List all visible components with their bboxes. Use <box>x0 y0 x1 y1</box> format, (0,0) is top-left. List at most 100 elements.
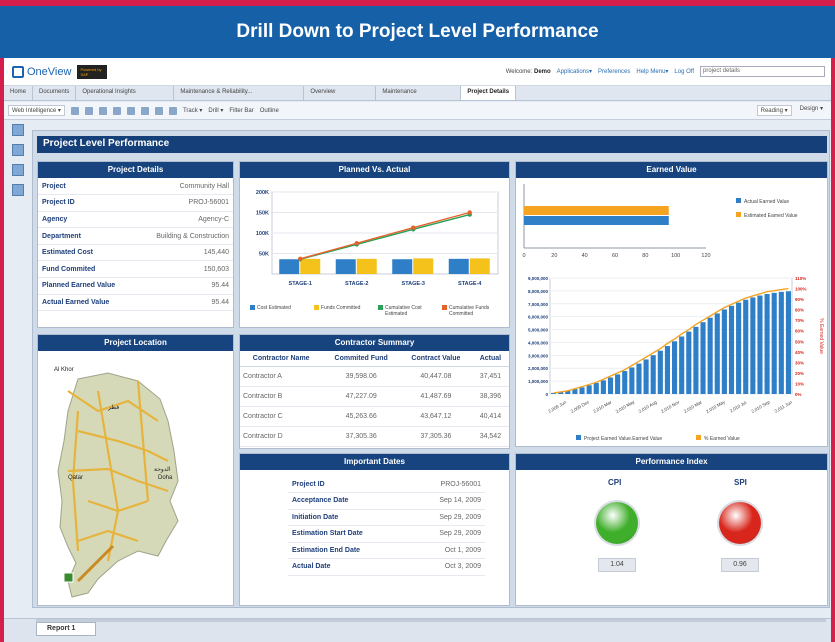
x-tick-label: 100 <box>671 253 680 259</box>
table-row: Project Community Hall <box>38 178 233 196</box>
table-cell: Actual Earned Value <box>38 294 136 312</box>
bar <box>600 380 606 394</box>
table-cell: Sep 29, 2009 <box>408 509 485 526</box>
tab-maintenance-reliability[interactable]: Maintenance & Reliability... <box>174 86 305 100</box>
table-cell: 38,396 <box>471 386 509 407</box>
new-document-icon[interactable] <box>70 106 79 115</box>
table-row: Actual Date Oct 3, 2009 <box>288 558 485 576</box>
y-tick-label: 4,000,000 <box>528 340 549 345</box>
y-tick-label: 150K <box>256 211 269 217</box>
bar <box>650 355 656 394</box>
table-row: Project ID PROJ-56001 <box>288 476 485 493</box>
x-tick-label: 2,009 Dec <box>570 399 591 414</box>
legend-swatch <box>736 198 741 203</box>
panel-header: Contractor Summary <box>240 335 509 351</box>
bar <box>629 367 635 394</box>
bar <box>785 291 791 394</box>
tab-documents[interactable]: Documents <box>33 86 77 100</box>
preferences-link[interactable]: Preferences <box>598 69 630 75</box>
horizontal-scrollbar[interactable] <box>36 619 826 622</box>
bar <box>657 350 663 394</box>
tab-maintenance[interactable]: Maintenance <box>376 86 462 100</box>
table-header-row: Contractor Name Commited Fund Contract Val… <box>240 351 509 367</box>
input-controls-icon[interactable] <box>12 164 24 176</box>
y-tick-label: 7,000,000 <box>528 302 549 307</box>
legend-swatch <box>314 305 319 310</box>
y2-tick-label: 60% <box>795 329 804 334</box>
table-cell: Project ID <box>288 476 409 493</box>
bar <box>356 258 377 274</box>
table-cell: 41,487.69 <box>399 386 472 407</box>
tab-overview[interactable]: Overview <box>304 86 377 100</box>
table-row: Estimation Start Date Sep 29, 2009 <box>288 525 485 543</box>
web-intelligence-menu[interactable]: Web Intelligence ▾ <box>8 105 65 116</box>
report-tab-bar: Report 1 <box>4 618 831 642</box>
design-mode-button[interactable]: Design ▾ <box>800 105 823 116</box>
redo-icon[interactable] <box>154 106 163 115</box>
map-label-qatar: Qatar <box>68 475 83 481</box>
track-button[interactable]: Track ▾ <box>183 107 202 114</box>
help-menu[interactable]: Help Menu▾ <box>636 68 668 75</box>
important-dates-table: Project ID PROJ-56001 Acceptance Date Sep 1… <box>288 476 485 576</box>
tab-operational-insights[interactable]: Operational Insights <box>76 86 175 100</box>
welcome-label: Welcome: Demo <box>505 68 551 75</box>
y-tick-label: 6,000,000 <box>528 315 549 320</box>
app-logo[interactable]: OneView Powered by SAP <box>12 64 108 79</box>
document-summary-icon[interactable] <box>12 144 24 156</box>
tab-project-details[interactable]: Project Details <box>461 86 517 100</box>
report-tab[interactable]: Report 1 <box>36 622 96 636</box>
table-cell: Department <box>38 227 136 245</box>
table-row: Contractor B 47,227.09 41,487.69 38,396 <box>240 386 509 407</box>
table-cell: 45,263.66 <box>322 406 400 427</box>
table-row: Fund Commited 150,603 <box>38 260 233 279</box>
print-icon[interactable] <box>112 106 121 115</box>
undo-icon[interactable] <box>140 106 149 115</box>
find-icon[interactable] <box>126 106 135 115</box>
y2-tick-label: 90% <box>795 297 804 302</box>
search-input[interactable]: project details <box>700 66 825 77</box>
bar <box>300 258 321 274</box>
table-cell: Sep 14, 2009 <box>408 492 485 510</box>
table-cell: Community Hall <box>135 178 233 196</box>
drill-button[interactable]: Drill ▾ <box>208 107 223 114</box>
filter-bar-button[interactable]: Filter Bar <box>229 108 253 114</box>
map-label-doha-arabic: الدوحة <box>154 466 171 473</box>
save-icon[interactable] <box>98 106 107 115</box>
legend-swatch <box>696 435 701 440</box>
x-tick-label: 2,009 Jun <box>547 399 567 413</box>
legend-swatch <box>736 212 741 217</box>
reading-mode-button[interactable]: Reading ▾ <box>756 105 792 116</box>
x-tick-label: 2,010 Sep <box>751 399 772 414</box>
spi-value: 0.96 <box>721 558 759 572</box>
refresh-icon[interactable] <box>168 106 177 115</box>
location-marker-icon[interactable] <box>63 572 74 583</box>
x-tick-label: 2,010 Aug <box>638 399 658 414</box>
open-icon[interactable] <box>84 106 93 115</box>
user-name: Demo <box>533 68 551 75</box>
x-tick-label: 2,010 Mar <box>683 399 703 414</box>
data-icon[interactable] <box>12 184 24 196</box>
table-row: Department Building & Construction <box>38 227 233 245</box>
bar <box>778 291 784 394</box>
legend-label: Cost Estimated <box>257 305 291 311</box>
applications-menu[interactable]: Applications▾ <box>557 68 592 75</box>
table-cell: 43,647.12 <box>399 406 472 427</box>
x-tick-label: 2,010 May <box>615 399 636 414</box>
tab-home[interactable]: Home <box>4 86 34 100</box>
bar <box>743 299 749 394</box>
important-dates-panel: Important Dates Project ID PROJ-56001 Acce… <box>239 453 510 606</box>
table-cell: Estimation Start Date <box>288 525 409 543</box>
outline-button[interactable]: Outline <box>260 108 279 114</box>
bar <box>728 305 735 394</box>
y-tick-label: 1,000,000 <box>528 379 549 384</box>
project-location-map[interactable]: Al Khor Doha الدوحة قطر Qatar <box>38 351 233 605</box>
navigation-map-icon[interactable] <box>12 124 24 136</box>
bar <box>469 258 490 274</box>
log-off-link[interactable]: Log Off <box>674 69 694 75</box>
table-cell: Project <box>38 178 136 196</box>
y2-tick-label: 100% <box>795 287 807 292</box>
spi-label: SPI <box>734 478 747 487</box>
bar <box>579 387 585 394</box>
y2-tick-label: 30% <box>795 360 804 365</box>
bar <box>750 297 756 394</box>
